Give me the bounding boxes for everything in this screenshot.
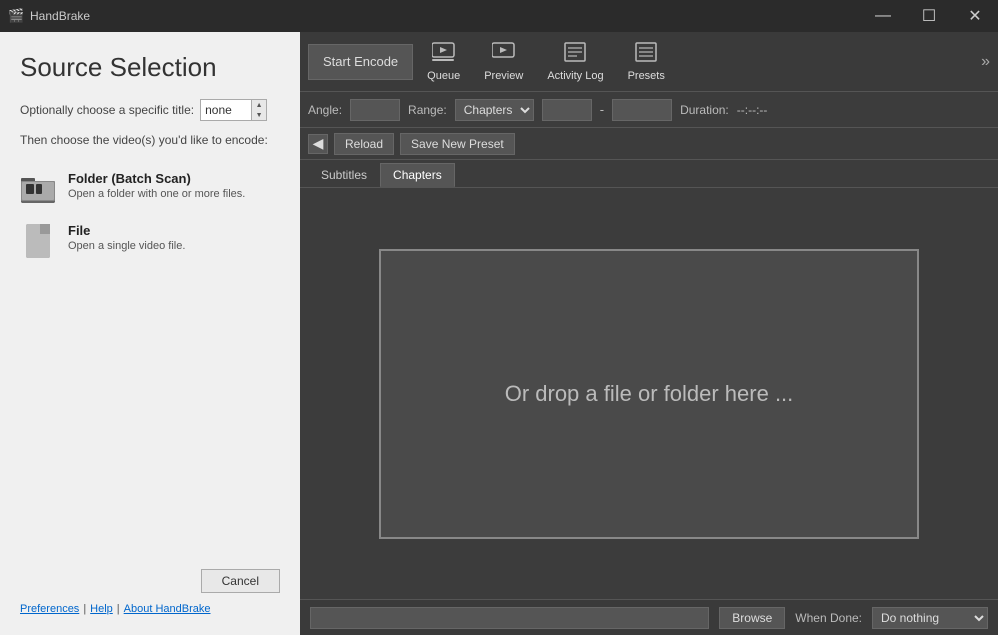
drop-zone-wrapper: Or drop a file or folder here ...	[300, 188, 998, 599]
tab-row: Subtitles Chapters	[300, 160, 998, 188]
activity-log-button[interactable]: Activity Log	[537, 38, 613, 86]
when-done-select[interactable]: Do nothing Shutdown Sleep Suspend Quit H…	[872, 607, 988, 629]
duration-value: --:--:--	[737, 103, 768, 117]
folder-item-text: Folder (Batch Scan) Open a folder with o…	[68, 171, 245, 200]
reload-button[interactable]: Reload	[334, 133, 394, 155]
encode-subtitle: Then choose the video(s) you'd like to e…	[0, 133, 300, 163]
folder-icon	[20, 171, 56, 207]
range-start-input[interactable]	[542, 99, 592, 121]
angle-input[interactable]	[350, 99, 400, 121]
activity-log-label: Activity Log	[547, 70, 603, 82]
folder-item-desc: Open a folder with one or more files.	[68, 188, 245, 200]
queue-button[interactable]: Queue	[417, 38, 470, 86]
preview-icon	[492, 42, 516, 68]
activity-log-icon	[564, 42, 586, 68]
help-link[interactable]: Help	[90, 603, 113, 615]
app-icon: 🎬	[8, 8, 24, 24]
title-select-box[interactable]: none ▲ ▼	[200, 99, 267, 121]
bottom-bar: Browse When Done: Do nothing Shutdown Sl…	[300, 599, 998, 635]
queue-icon	[432, 42, 456, 68]
maximize-button[interactable]: ☐	[906, 0, 952, 32]
range-label: Range:	[408, 103, 447, 117]
file-item-title: File	[68, 223, 185, 238]
app-title: HandBrake	[30, 9, 90, 23]
preferences-link[interactable]: Preferences	[20, 603, 79, 615]
drop-zone[interactable]: Or drop a file or folder here ...	[379, 249, 919, 539]
range-end-input[interactable]	[612, 99, 672, 121]
source-links: Preferences | Help | About HandBrake	[20, 603, 280, 615]
browse-button[interactable]: Browse	[719, 607, 785, 629]
spinner-up[interactable]: ▲	[252, 100, 266, 110]
preset-row: ◀ Reload Save New Preset	[300, 128, 998, 160]
window-controls: — ☐ ✕	[860, 0, 998, 32]
chapters-select[interactable]: Chapters Seconds Frames	[455, 99, 534, 121]
title-bar: 🎬 HandBrake — ☐ ✕	[0, 0, 998, 32]
start-encode-button[interactable]: Start Encode	[308, 44, 413, 80]
output-path-input[interactable]	[310, 607, 709, 629]
source-panel: Source Selection Optionally choose a spe…	[0, 32, 300, 635]
about-link[interactable]: About HandBrake	[124, 603, 211, 615]
queue-label: Queue	[427, 70, 460, 82]
separator-2: |	[117, 603, 120, 615]
title-select-value: none	[201, 103, 251, 117]
preset-back-button[interactable]: ◀	[308, 134, 328, 154]
choose-title-label: Optionally choose a specific title:	[20, 103, 194, 117]
folder-item[interactable]: Folder (Batch Scan) Open a folder with o…	[0, 163, 300, 215]
tab-subtitles[interactable]: Subtitles	[308, 163, 380, 187]
minimize-button[interactable]: —	[860, 0, 906, 32]
separator-1: |	[83, 603, 86, 615]
tab-chapters[interactable]: Chapters	[380, 163, 455, 187]
cancel-button[interactable]: Cancel	[201, 569, 280, 593]
presets-icon	[635, 42, 657, 68]
preview-button[interactable]: Preview	[474, 38, 533, 86]
folder-item-title: Folder (Batch Scan)	[68, 171, 245, 186]
spinner-down[interactable]: ▼	[252, 110, 266, 120]
app-body: Source Selection Optionally choose a spe…	[0, 32, 998, 635]
title-chooser-row: Optionally choose a specific title: none…	[0, 95, 300, 133]
save-preset-button[interactable]: Save New Preset	[400, 133, 515, 155]
source-title: Source Selection	[0, 32, 300, 95]
main-panel: Start Encode Queue	[300, 32, 998, 635]
toolbar: Start Encode Queue	[300, 32, 998, 92]
duration-label: Duration:	[680, 103, 729, 117]
preview-label: Preview	[484, 70, 523, 82]
source-footer: Cancel Preferences | Help | About HandBr…	[0, 557, 300, 635]
file-item-desc: Open a single video file.	[68, 240, 185, 252]
file-icon	[20, 223, 56, 259]
range-dash: -	[600, 102, 604, 117]
angle-label: Angle:	[308, 103, 342, 117]
file-item[interactable]: File Open a single video file.	[0, 215, 300, 267]
overflow-icon[interactable]: »	[981, 53, 990, 71]
presets-button[interactable]: Presets	[618, 38, 675, 86]
settings-row: Angle: Range: Chapters Seconds Frames - …	[300, 92, 998, 128]
file-item-text: File Open a single video file.	[68, 223, 185, 252]
title-spinner: ▲ ▼	[251, 100, 266, 120]
presets-label: Presets	[628, 70, 665, 82]
when-done-label: When Done:	[795, 611, 862, 625]
drop-zone-text: Or drop a file or folder here ...	[505, 381, 794, 407]
close-button[interactable]: ✕	[952, 0, 998, 32]
